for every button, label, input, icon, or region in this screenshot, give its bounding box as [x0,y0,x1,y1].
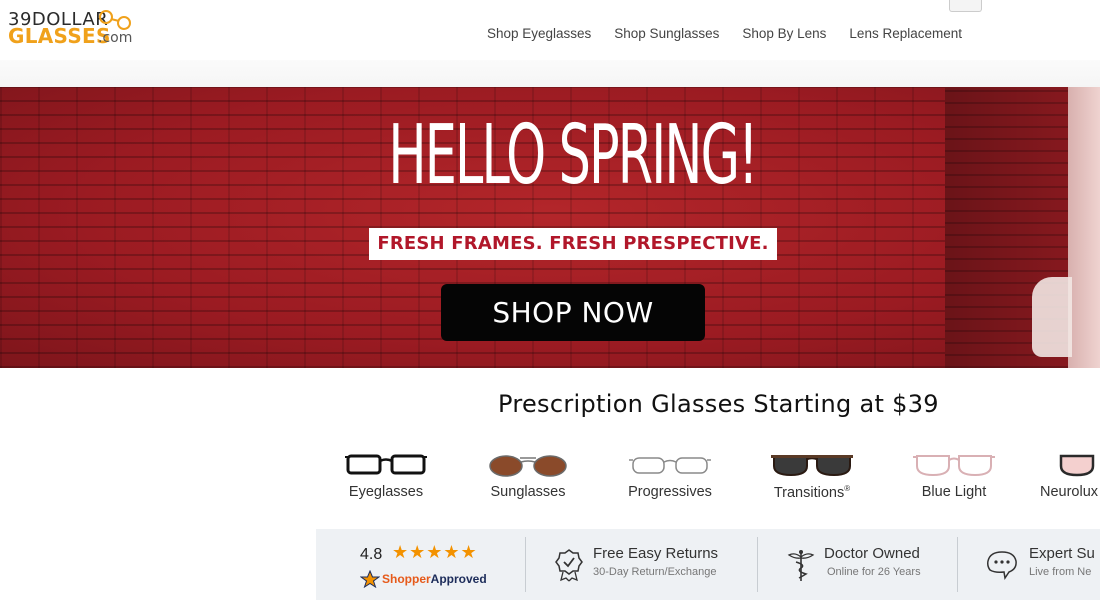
star-logo-icon [360,570,380,588]
header-spacer [0,60,1100,87]
logo-glasses-icon [99,10,131,30]
pink-clear-frame-glasses-icon [913,455,995,477]
main-nav: Shop Eyeglasses Shop Sunglasses Shop By … [487,26,962,41]
divider [757,537,758,592]
trust-bar: 4.8 ★★★★★ ShopperApproved Free Easy Retu… [316,529,1100,600]
nav-shop-sunglasses[interactable]: Shop Sunglasses [614,26,719,41]
caduceus-icon [787,550,815,581]
feature-title: Doctor Owned [824,545,920,562]
category-label: Eyeglasses [348,484,424,500]
feature-subtitle: Live from Ne [1029,566,1092,578]
feature-expert-support[interactable]: Expert Su Live from Ne [1029,545,1095,578]
rating-value: 4.8 [360,546,383,563]
black-frame-glasses-icon [345,454,427,475]
divider [525,537,526,592]
logo-line-3: .com [98,30,133,46]
category-sunglasses[interactable]: Sunglasses [463,450,593,514]
hero-subtitle: FRESH FRAMES. FRESH PRESPECTIVE. [369,228,777,260]
wire-frame-glasses-icon [629,457,711,474]
approved-text: Approved [430,572,487,586]
category-progressives[interactable]: Progressives [605,450,735,514]
category-label: Neurolux [1040,484,1099,500]
nav-lens-replacement[interactable]: Lens Replacement [849,26,962,41]
category-neurolux[interactable]: Neurolux [1031,450,1100,514]
hero-title: HELLO SPRING! [388,108,758,203]
feature-subtitle: 30-Day Return/Exchange [593,566,717,578]
tinted-tortoise-glasses-icon [771,455,853,477]
brown-aviator-sunglasses-icon [489,455,567,477]
feature-doctor-owned[interactable]: Doctor Owned Online for 26 Years [824,545,921,578]
support-chat-icon [987,551,1017,580]
shopper-approved-badge[interactable]: ShopperApproved [360,570,487,588]
nav-shop-eyeglasses[interactable]: Shop Eyeglasses [487,26,591,41]
shopper-text: Shopper [382,572,431,586]
collapse-toggle-button[interactable] [949,0,982,12]
hero-person-image [1032,277,1072,357]
section-title: Prescription Glasses Starting at $39 [498,390,939,418]
badge-check-icon [555,549,583,582]
divider [957,537,958,592]
hero-edge [1068,87,1100,368]
category-label: Blue Light [921,484,987,500]
category-label: Progressives [628,484,712,500]
registered-mark: ® [844,484,851,493]
category-eyeglasses[interactable]: Eyeglasses [321,450,451,514]
category-list: Eyeglasses Sunglasses Progressives Trans… [0,450,1100,520]
category-label-text: Transitions [773,484,845,501]
site-header: 39DOLLAR GLASSES .com Shop Eyeglasses Sh… [0,0,1100,60]
site-logo[interactable]: 39DOLLAR GLASSES .com [8,8,138,48]
rating-stars: ★★★★★ [392,542,478,563]
category-label: Sunglasses [490,484,566,500]
category-blue-light[interactable]: Blue Light [889,450,1019,514]
category-transitions[interactable]: Transitions® [747,450,877,514]
feature-title: Expert Su [1029,545,1095,562]
feature-title: Free Easy Returns [593,545,719,562]
pink-tint-glasses-icon [1059,454,1095,477]
hero-banner[interactable]: HELLO SPRING! FRESH FRAMES. FRESH PRESPE… [0,87,1100,368]
rating-block[interactable]: 4.8 ★★★★★ [360,542,477,564]
shop-now-button[interactable]: SHOP NOW [441,284,705,341]
category-label: Transitions® [747,484,877,501]
nav-shop-by-lens[interactable]: Shop By Lens [742,26,826,41]
page: 39DOLLAR GLASSES .com Shop Eyeglasses Sh… [0,0,1100,607]
feature-returns[interactable]: Free Easy Returns 30-Day Return/Exchange [593,545,718,578]
feature-subtitle: Online for 26 Years [827,566,921,578]
